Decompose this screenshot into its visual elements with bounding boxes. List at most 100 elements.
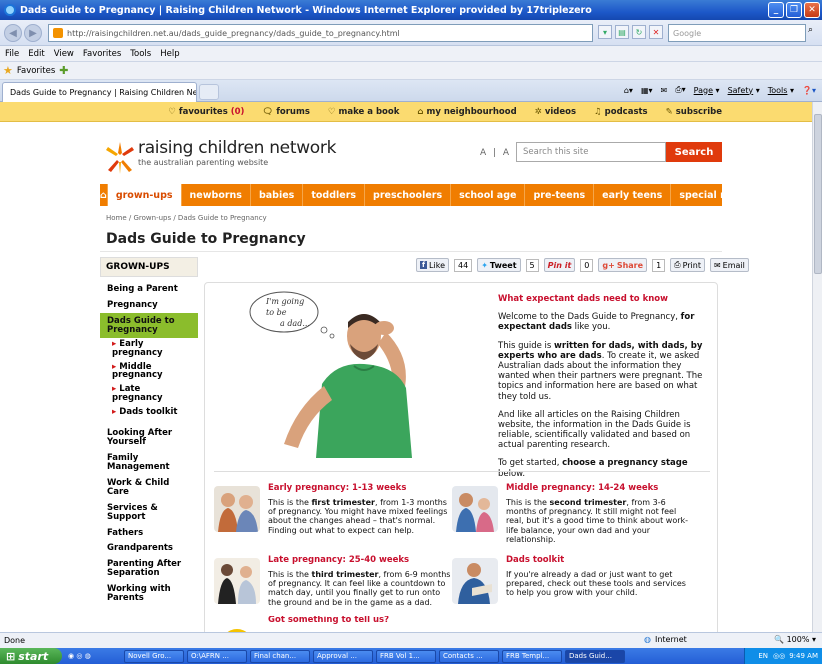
page-menu[interactable]: Page ▾ [694, 86, 720, 95]
vertical-scrollbar[interactable] [812, 102, 822, 632]
email-button[interactable]: ✉ Email [709, 258, 749, 272]
help-icon[interactable]: ❓▾ [802, 86, 816, 95]
breadcrumb[interactable]: Home / Grown-ups / Dads Guide to Pregnan… [106, 214, 267, 222]
dads-toolkit-thumbnail[interactable] [452, 558, 498, 604]
forums-link[interactable]: 🗨 forums [262, 107, 310, 117]
taskbar-final-chan[interactable]: Final chan... [250, 649, 310, 663]
back-button[interactable]: ◀ [4, 24, 22, 42]
favourites-link[interactable]: ♡ favourites (0) [168, 107, 244, 117]
print-icon[interactable]: ⎙▾ [675, 85, 685, 95]
sidebar-item-working-with-parents[interactable]: Working with Parents [100, 581, 198, 606]
home-icon[interactable]: ⌂▾ [624, 86, 633, 95]
card-title[interactable]: Middle pregnancy: 14-24 weeks [506, 483, 692, 494]
search-box[interactable]: Google [668, 24, 806, 42]
late-pregnancy-thumbnail[interactable] [214, 558, 260, 604]
tweet-button[interactable]: ✦ Tweet [477, 258, 521, 272]
compatibility-icon[interactable]: ▤ [615, 25, 629, 39]
print-button[interactable]: ⎙ Print [670, 258, 705, 272]
close-window-button[interactable]: ✕ [804, 2, 820, 18]
facebook-like-button[interactable]: f Like [416, 258, 449, 272]
safety-menu[interactable]: Safety ▾ [728, 86, 760, 95]
scrollbar-thumb[interactable] [814, 114, 822, 274]
site-logo-text[interactable]: raising children network [138, 138, 336, 158]
browser-tab[interactable]: Dads Guide to Pregnancy | Raising Childr… [2, 82, 197, 102]
site-logo-icon[interactable] [104, 140, 136, 176]
card-title[interactable]: Dads toolkit [506, 555, 692, 566]
sidebar-item-work-child-care[interactable]: Work & Child Care [100, 475, 198, 500]
language-indicator[interactable]: EN [758, 652, 768, 660]
google-share-button[interactable]: g+ Share [598, 258, 648, 272]
nav-babies[interactable]: babies [251, 184, 304, 206]
zoom-level[interactable]: 🔍 100% ▾ [774, 635, 816, 644]
nav-school-age[interactable]: school age [451, 184, 526, 206]
my-neighbourhood-link[interactable]: ⌂ my neighbourhood [417, 107, 516, 117]
sidebar-item-pregnancy[interactable]: Pregnancy [100, 297, 198, 313]
early-pregnancy-thumbnail[interactable] [214, 486, 260, 532]
card-title[interactable]: Early pregnancy: 1-13 weeks [268, 483, 454, 494]
menu-help[interactable]: Help [160, 49, 179, 59]
nav-early-teens[interactable]: early teens [594, 184, 672, 206]
refresh-icon[interactable]: ↻ [632, 25, 646, 39]
taskbar-frb-templ[interactable]: FRB Templ... [502, 649, 562, 663]
forward-button[interactable]: ▶ [24, 24, 42, 42]
text-size-toggle[interactable]: A | A [480, 148, 511, 158]
tools-menu[interactable]: Tools ▾ [768, 86, 794, 95]
start-button[interactable]: ⊞ start [0, 648, 62, 664]
address-dropdown-icon[interactable]: ▾ [598, 25, 612, 39]
menu-tools[interactable]: Tools [130, 49, 151, 59]
middle-pregnancy-thumbnail[interactable] [452, 486, 498, 532]
nav-pre-teens[interactable]: pre-teens [525, 184, 595, 206]
videos-link[interactable]: ✲ videos [535, 107, 576, 117]
quick-launch[interactable]: ◉ ◎ ◍ [65, 650, 121, 663]
taskbar-contacts[interactable]: Contacts ... [439, 649, 499, 663]
stop-icon[interactable]: ✕ [649, 25, 663, 39]
card-feedback[interactable]: Got something to tell us? [214, 616, 454, 632]
card-title[interactable]: Got something to tell us? [268, 616, 454, 626]
sidebar-sub-early-pregnancy[interactable]: ▸ Early pregnancy [100, 338, 198, 361]
new-tab-button[interactable] [199, 84, 219, 100]
feeds-icon[interactable]: ▦▾ [641, 86, 653, 95]
sidebar-item-family-management[interactable]: Family Management [100, 450, 198, 475]
sidebar-sub-dads-toolkit[interactable]: ▸ Dads toolkit [100, 406, 198, 420]
sidebar-item-being-a-parent[interactable]: Being a Parent [100, 281, 198, 297]
make-a-book-link[interactable]: ♡ make a book [328, 107, 399, 117]
favorites-label[interactable]: Favorites [17, 66, 55, 76]
sidebar-item-dads-guide[interactable]: Dads Guide to Pregnancy [100, 312, 198, 338]
menu-edit[interactable]: Edit [28, 49, 44, 59]
security-zone[interactable]: ◍ Internet [644, 635, 687, 644]
menu-file[interactable]: File [5, 49, 19, 59]
sidebar-sub-late-pregnancy[interactable]: ▸ Late pregnancy [100, 383, 198, 406]
menu-view[interactable]: View [54, 49, 74, 59]
podcasts-link[interactable]: ♫ podcasts [594, 107, 648, 117]
sidebar-item-parenting-after-separation[interactable]: Parenting After Separation [100, 556, 198, 581]
add-favorite-icon[interactable]: ✚ [59, 64, 68, 77]
nav-preschoolers[interactable]: preschoolers [365, 184, 452, 206]
site-search-button[interactable]: Search [666, 142, 722, 162]
site-search-input[interactable]: Search this site [516, 142, 666, 162]
sidebar-item-fathers[interactable]: Fathers [100, 525, 198, 541]
sidebar-sub-middle-pregnancy[interactable]: ▸ Middle pregnancy [100, 361, 198, 384]
search-magnifier-icon[interactable]: ⌕ [808, 25, 820, 39]
nav-grown-ups[interactable]: grown-ups [107, 184, 182, 206]
feedback-thumbnail[interactable] [214, 622, 260, 632]
minimize-button[interactable]: _ [768, 2, 784, 18]
taskbar-folder[interactable]: O:\AFRN ... [187, 649, 247, 663]
sidebar-item-services-support[interactable]: Services & Support [100, 500, 198, 525]
nav-home-icon[interactable]: ⌂ [100, 184, 108, 206]
nav-newborns[interactable]: newborns [182, 184, 251, 206]
sidebar-item-looking-after-yourself[interactable]: Looking After Yourself [100, 425, 198, 450]
tray-icons[interactable]: ◎◎ [773, 652, 785, 660]
pinterest-button[interactable]: Pin it [543, 258, 576, 272]
taskbar-approval[interactable]: Approval ... [313, 649, 373, 663]
subscribe-link[interactable]: ✎ subscribe [666, 107, 722, 117]
maximize-button[interactable]: ❐ [786, 2, 802, 18]
mail-icon[interactable]: ✉ [661, 86, 668, 95]
taskbar-frb-vol[interactable]: FRB Vol 1... [376, 649, 436, 663]
taskbar-dads-guide[interactable]: Dads Guid... [565, 649, 625, 663]
nav-toddlers[interactable]: toddlers [303, 184, 366, 206]
address-bar[interactable]: http://raisingchildren.net.au/dads_guide… [48, 24, 593, 42]
favorites-star-icon[interactable]: ★ [3, 64, 13, 77]
card-title[interactable]: Late pregnancy: 25-40 weeks [268, 555, 454, 566]
nav-special-needs[interactable]: special needs [671, 184, 760, 206]
sidebar-item-grandparents[interactable]: Grandparents [100, 540, 198, 556]
